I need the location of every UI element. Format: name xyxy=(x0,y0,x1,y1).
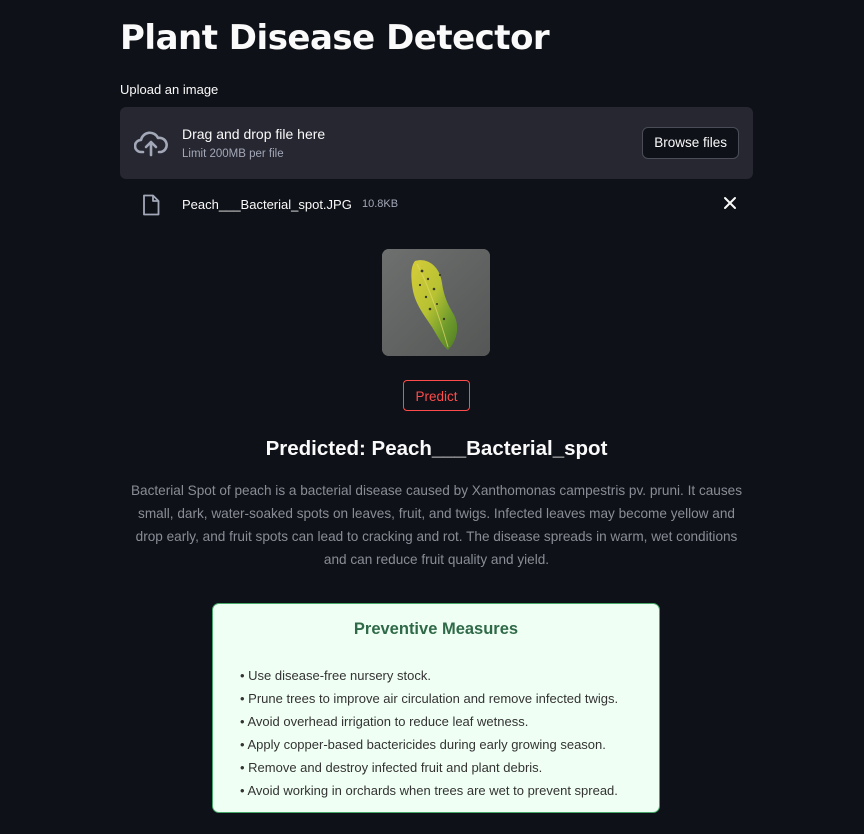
measure-item: • Prune trees to improve air circulation… xyxy=(240,691,619,706)
disease-description: Bacterial Spot of peach is a bacterial d… xyxy=(130,483,743,567)
file-size: 10.8KB xyxy=(362,198,399,210)
prediction-heading: Predicted: Peach___Bacterial_spot xyxy=(265,437,608,460)
cloud-upload-icon xyxy=(134,131,168,157)
leaf-image xyxy=(382,249,490,356)
dropzone-title: Drag and drop file here xyxy=(182,126,326,142)
measure-item: • Remove and destroy infected fruit and … xyxy=(240,760,543,775)
dropzone-limit: Limit 200MB per file xyxy=(182,148,284,160)
measure-item: • Avoid overhead irrigation to reduce le… xyxy=(240,714,529,729)
upload-label: Upload an image xyxy=(120,82,219,97)
main-content: Plant Disease Detector Upload an image D… xyxy=(120,0,753,834)
file-name: Peach___Bacterial_spot.JPG xyxy=(182,197,352,212)
predict-button[interactable]: Predict xyxy=(403,380,470,411)
measure-item: • Use disease-free nursery stock. xyxy=(240,668,431,683)
preventive-measures-card: Preventive Measures • Use disease-free n… xyxy=(212,603,660,813)
measure-item: • Avoid working in orchards when trees a… xyxy=(240,783,618,798)
browse-files-button[interactable]: Browse files xyxy=(642,127,739,159)
measure-item: • Apply copper-based bactericides during… xyxy=(240,737,606,752)
file-icon xyxy=(143,194,160,216)
uploaded-file-row: Peach___Bacterial_spot.JPG 10.8KB xyxy=(120,190,753,220)
preventive-measures-title: Preventive Measures xyxy=(353,620,519,638)
close-icon[interactable] xyxy=(722,195,738,211)
page-title: Plant Disease Detector xyxy=(120,18,550,58)
leaf-picture xyxy=(382,249,490,356)
preventive-measures-list: • Use disease-free nursery stock. • Prun… xyxy=(240,664,618,802)
file-dropzone[interactable]: Drag and drop file here Limit 200MB per … xyxy=(120,107,753,179)
dropzone-text: Drag and drop file here Limit 200MB per … xyxy=(182,126,325,160)
